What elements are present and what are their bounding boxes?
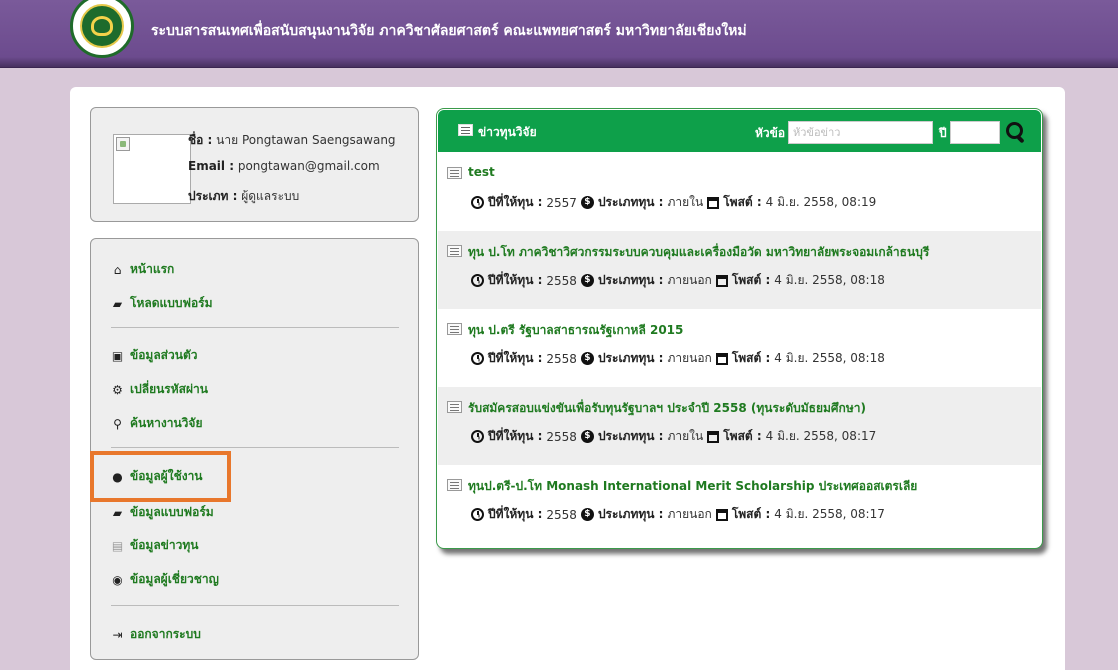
clock-icon <box>471 508 484 521</box>
menu-divider <box>111 605 399 606</box>
profile-type: ประเภท : ผู้ดูแลระบบ <box>188 189 300 203</box>
topic-search-input[interactable] <box>788 121 933 144</box>
calendar-icon <box>715 352 728 365</box>
broken-image-icon <box>116 137 130 151</box>
news-item: รับสมัครสอบแข่งขันเพื่อรับทุนรัฐบาลฯ ประ… <box>438 387 1041 465</box>
sidebar-item-download-forms[interactable]: ▰ โหลดแบบฟอร์ม <box>111 294 213 313</box>
sidebar-item-grant-news-data[interactable]: ▤ ข้อมูลข่าวทุน <box>111 536 199 555</box>
news-item-title[interactable]: test <box>468 165 495 179</box>
news-item-meta: ปีที่ให้ทุน :2558 $ ประเภททุน : ภายนอก โพ… <box>471 349 885 368</box>
money-icon: $ <box>580 274 594 287</box>
calendar-icon <box>707 430 720 443</box>
menu-divider <box>111 447 399 448</box>
clock-icon <box>471 352 484 365</box>
menu-divider <box>111 327 399 328</box>
profile-email: Email : pongtawan@gmail.com <box>188 159 380 173</box>
clock-icon <box>471 430 484 443</box>
sidebar-item-search-research[interactable]: ⚲ ค้นหางานวิจัย <box>111 414 202 433</box>
money-icon: $ <box>580 196 594 209</box>
news-item-meta: ปีที่ให้ทุน :2557 $ ประเภททุน : ภายใน โพส… <box>471 193 876 212</box>
search-icon[interactable] <box>1006 122 1028 144</box>
home-icon: ⌂ <box>113 262 122 277</box>
top-header: ระบบสารสนเทศเพื่อสนับสนุนงานวิจัย ภาควิช… <box>0 0 1118 68</box>
news-item-title[interactable]: รับสมัครสอบแข่งขันเพื่อรับทุนรัฐบาลฯ ประ… <box>468 399 866 418</box>
newspaper-icon: ▤ <box>111 538 124 553</box>
main-container: ชื่อ : นาย Pongtawan Saengsawang Email :… <box>70 87 1065 670</box>
sidebar-item-change-password[interactable]: ⚙ เปลี่ยนรหัสผ่าน <box>111 380 208 399</box>
sidebar-item-logout[interactable]: ⇥ ออกจากระบบ <box>111 625 200 644</box>
newspaper-icon <box>447 479 462 491</box>
news-item-meta: ปีที่ให้ทุน :2558 $ ประเภททุน : ภายใน โพส… <box>471 427 876 446</box>
news-item: ทุนป.ตรี-ป.โท Monash International Merit… <box>438 465 1041 543</box>
news-item-title[interactable]: ทุน ป.ตรี รัฐบาลสาธารณรัฐเกาหลี 2015 <box>468 321 683 340</box>
newspaper-icon <box>458 124 473 136</box>
calendar-icon <box>707 196 720 209</box>
sidebar-item-personal-info[interactable]: ▣ ข้อมูลส่วนตัว <box>111 346 198 365</box>
news-item-title[interactable]: ทุนป.ตรี-ป.โท Monash International Merit… <box>468 477 917 496</box>
calendar-icon <box>715 274 728 287</box>
site-title: ระบบสารสนเทศเพื่อสนับสนุนงานวิจัย ภาควิช… <box>151 23 747 39</box>
sidebar-item-home[interactable]: ⌂ หน้าแรก <box>111 260 175 279</box>
folder-open-icon: ▰ <box>112 296 123 311</box>
folder-open-icon: ▰ <box>112 505 123 520</box>
clock-icon <box>471 196 484 209</box>
search-icon: ⚲ <box>113 416 122 431</box>
logout-icon: ⇥ <box>112 627 123 642</box>
sidebar-menu: ⌂ หน้าแรก ▰ โหลดแบบฟอร์ม ▣ ข้อมูลส่วนตัว… <box>90 238 419 660</box>
sidebar-item-expert-data[interactable]: ◉ ข้อมูลผู้เชี่ยวชาญ <box>111 570 219 589</box>
highlight-box <box>90 451 231 502</box>
news-header: ข่าวทุนวิจัย หัวข้อ ปี <box>438 110 1041 152</box>
expert-icon: ◉ <box>112 572 123 587</box>
profile-name: ชื่อ : นาย Pongtawan Saengsawang <box>188 133 396 147</box>
profile-panel: ชื่อ : นาย Pongtawan Saengsawang Email :… <box>90 107 419 222</box>
cogs-icon: ⚙ <box>112 382 123 397</box>
clock-icon <box>471 274 484 287</box>
id-card-icon: ▣ <box>111 348 124 363</box>
university-logo <box>70 0 134 58</box>
news-item: ทุน ป.ตรี รัฐบาลสาธารณรัฐเกาหลี 2015 ปีท… <box>438 309 1041 387</box>
money-icon: $ <box>580 430 594 443</box>
news-item-meta: ปีที่ให้ทุน :2558 $ ประเภททุน : ภายนอก โพ… <box>471 271 885 290</box>
news-item: test ปีที่ให้ทุน :2557 $ ประเภททุน : ภายใ… <box>438 153 1041 231</box>
newspaper-icon <box>447 167 462 179</box>
avatar <box>113 134 191 204</box>
sidebar-item-form-data[interactable]: ▰ ข้อมูลแบบฟอร์ม <box>111 503 214 522</box>
news-item-title[interactable]: ทุน ป.โท ภาควิชาวิศวกรรมระบบควบคุมและเคร… <box>468 243 929 262</box>
news-title: ข่าวทุนวิจัย <box>478 125 537 139</box>
calendar-icon <box>715 508 728 521</box>
newspaper-icon <box>447 245 462 257</box>
year-label: ปี <box>939 126 947 140</box>
year-input[interactable] <box>950 121 1000 144</box>
news-item-meta: ปีที่ให้ทุน :2558 $ ประเภททุน : ภายนอก โพ… <box>471 505 885 524</box>
topic-label: หัวข้อ <box>755 126 786 140</box>
newspaper-icon <box>447 323 462 335</box>
grant-news-panel: ข่าวทุนวิจัย หัวข้อ ปี test ปีที่ให้ทุน … <box>436 108 1043 549</box>
money-icon: $ <box>580 508 594 521</box>
news-item: ทุน ป.โท ภาควิชาวิศวกรรมระบบควบคุมและเคร… <box>438 231 1041 309</box>
money-icon: $ <box>580 352 594 365</box>
newspaper-icon <box>447 401 462 413</box>
